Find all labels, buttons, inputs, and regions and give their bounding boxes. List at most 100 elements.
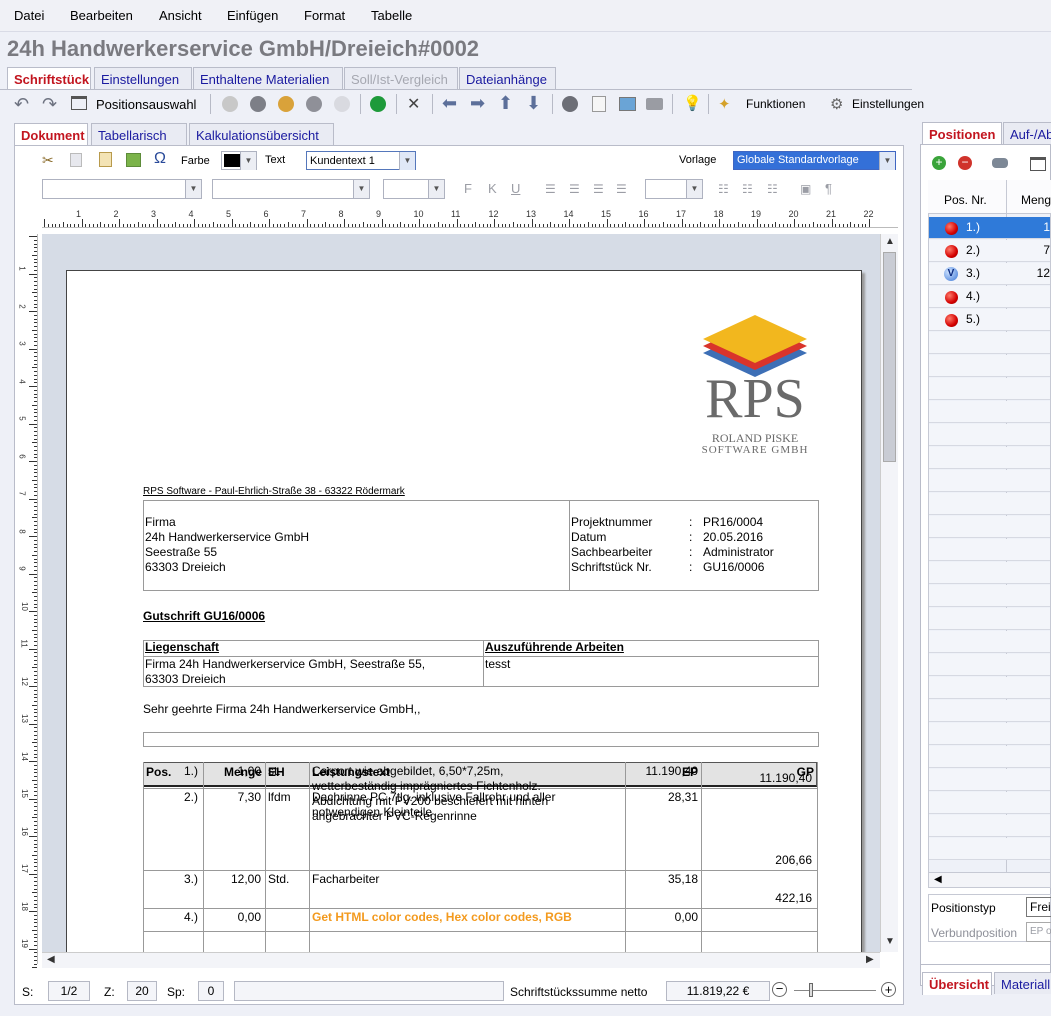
empty-text-box[interactable] <box>143 732 819 747</box>
ruler-number: 14 <box>563 209 574 219</box>
position-select-icon[interactable] <box>1030 157 1046 171</box>
menu-einfuegen[interactable]: Einfügen <box>227 8 278 23</box>
arrow-right-icon[interactable]: ➡ <box>470 93 485 114</box>
tab-einstellungen[interactable]: Einstellungen <box>94 67 192 89</box>
tab-dokument[interactable]: Dokument <box>14 123 88 146</box>
zoom-out-icon[interactable]: − <box>772 982 787 997</box>
box-icon[interactable]: ▣ <box>800 182 811 196</box>
omega-icon[interactable]: Ω <box>154 150 166 168</box>
justify-icon[interactable]: ☰ <box>616 182 627 196</box>
tab-auf-ab[interactable]: Auf-/Ab <box>1003 122 1051 144</box>
zoom-in-icon[interactable]: + <box>881 982 896 997</box>
copy-icon[interactable] <box>70 153 82 167</box>
zoom-slider-track[interactable] <box>794 990 876 991</box>
scissors-icon[interactable]: ✂ <box>42 152 54 169</box>
tab-uebersicht[interactable]: Übersicht <box>922 972 992 995</box>
ruler-tick <box>381 219 383 227</box>
tab-material[interactable]: Materiall <box>994 972 1051 994</box>
grid-hscroll[interactable]: ◀ <box>928 872 1051 888</box>
menu-format[interactable]: Format <box>304 8 345 23</box>
scroll-left-icon[interactable]: ◀ <box>934 874 942 885</box>
redo-icon[interactable]: ↷ <box>42 94 57 115</box>
bold-button[interactable]: F <box>464 181 472 196</box>
pilcrow-icon[interactable]: ¶ <box>825 181 832 196</box>
scroll-thumb[interactable] <box>883 252 896 462</box>
cut-position-icon[interactable]: ✕ <box>407 94 420 114</box>
align-center-icon[interactable]: ☰ <box>569 182 580 196</box>
ruler-number: 2 <box>113 209 119 219</box>
tab-schriftstueck[interactable]: Schriftstück <box>7 67 91 90</box>
indent-icon[interactable]: ☷ <box>767 182 778 196</box>
ruler-tick <box>171 224 173 227</box>
menu-datei[interactable]: Datei <box>14 8 44 23</box>
ruler-tick <box>606 219 608 227</box>
u-icon[interactable] <box>278 96 294 112</box>
zoom-select[interactable]: ▼ <box>383 179 445 199</box>
align-left-icon[interactable]: ☰ <box>545 182 556 196</box>
text-style-select[interactable]: Kundentext 1 ▼ <box>306 151 416 170</box>
tab-dateianhaenge[interactable]: Dateianhänge <box>459 67 556 89</box>
remove-position-icon[interactable]: − <box>958 156 972 170</box>
ruler-tick <box>700 222 702 227</box>
menu-ansicht[interactable]: Ansicht <box>159 8 202 23</box>
calculator-icon[interactable] <box>592 96 606 112</box>
image-icon[interactable] <box>619 97 636 111</box>
link-icon[interactable] <box>992 158 1008 168</box>
funktionen-button[interactable]: Funktionen <box>746 97 805 111</box>
underline-button[interactable]: U <box>511 181 520 196</box>
ft-icon[interactable] <box>334 96 350 112</box>
z-icon[interactable] <box>562 96 578 112</box>
ruler-tick <box>501 224 503 227</box>
insert-image-icon[interactable] <box>126 153 141 167</box>
prop-verbund-value[interactable]: EP o <box>1026 922 1051 942</box>
arrow-left-icon[interactable]: ⬅ <box>442 93 457 114</box>
bullet-list-icon[interactable]: ☷ <box>742 182 753 196</box>
scroll-up-icon[interactable]: ▲ <box>885 236 895 247</box>
ruler-tick <box>34 569 37 571</box>
fp-icon[interactable] <box>306 96 322 112</box>
font-family-select[interactable]: ▼ <box>42 179 202 199</box>
menu-bearbeiten[interactable]: Bearbeiten <box>70 8 133 23</box>
meta-label: Projektnummer <box>571 515 653 529</box>
line-spacing-select[interactable]: ▼ <box>645 179 703 199</box>
scroll-right-icon[interactable]: ▶ <box>866 954 874 965</box>
menu-tabelle[interactable]: Tabelle <box>371 8 412 23</box>
ruler-number: 21 <box>826 209 837 219</box>
numbered-list-icon[interactable]: ☷ <box>718 182 729 196</box>
zoom-slider-thumb[interactable] <box>809 983 813 997</box>
horizontal-scrollbar[interactable]: ◀ ▶ <box>42 952 880 968</box>
arrow-up-icon[interactable]: ⬆ <box>498 93 513 114</box>
undo-icon[interactable]: ↶ <box>14 94 29 115</box>
vertical-scrollbar[interactable]: ▲ ▼ <box>880 234 898 952</box>
ruler-tick <box>325 222 327 227</box>
document-page[interactable]: RPS ROLAND PISKE SOFTWARE GMBH RPS Softw… <box>66 270 862 952</box>
tab-enthaltene-materialien[interactable]: Enthaltene Materialien <box>193 67 343 89</box>
prop-positionstyp-label: Positionstyp <box>931 901 996 915</box>
t-icon[interactable] <box>250 96 266 112</box>
positionsauswahl-button[interactable]: Positionsauswahl <box>96 97 196 112</box>
ruler-tick <box>92 224 94 227</box>
position-select-icon[interactable] <box>71 96 87 110</box>
printer-icon[interactable] <box>646 98 663 110</box>
color-picker[interactable]: ▼ <box>221 151 257 170</box>
arrow-down-icon[interactable]: ⬇ <box>526 93 541 114</box>
document-canvas[interactable]: RPS ROLAND PISKE SOFTWARE GMBH RPS Softw… <box>42 234 880 952</box>
s-icon[interactable] <box>370 96 386 112</box>
add-position-icon[interactable]: + <box>932 156 946 170</box>
prop-positionstyp-value[interactable]: Frei <box>1026 897 1051 917</box>
ruler-number: 2 <box>17 303 27 309</box>
einstellungen-button[interactable]: Einstellungen <box>852 97 924 111</box>
vorlage-select[interactable]: Globale Standardvorlage ▼ <box>733 151 896 170</box>
align-right-icon[interactable]: ☰ <box>593 182 604 196</box>
italic-button[interactable]: K <box>488 181 497 196</box>
paste-icon[interactable] <box>99 152 112 167</box>
tab-positionen[interactable]: Positionen <box>922 122 1002 145</box>
tab-tabellarisch[interactable]: Tabellarisch <box>91 123 187 145</box>
font-size-select[interactable]: ▼ <box>212 179 370 199</box>
scroll-left-icon[interactable]: ◀ <box>47 954 55 965</box>
tab-kalkulationsuebersicht[interactable]: Kalkulationsübersicht <box>189 123 334 145</box>
ruler-tick <box>34 918 37 920</box>
lightbulb-icon[interactable]: 💡 <box>683 94 702 112</box>
k-icon[interactable] <box>222 96 238 112</box>
scroll-down-icon[interactable]: ▼ <box>885 936 895 947</box>
